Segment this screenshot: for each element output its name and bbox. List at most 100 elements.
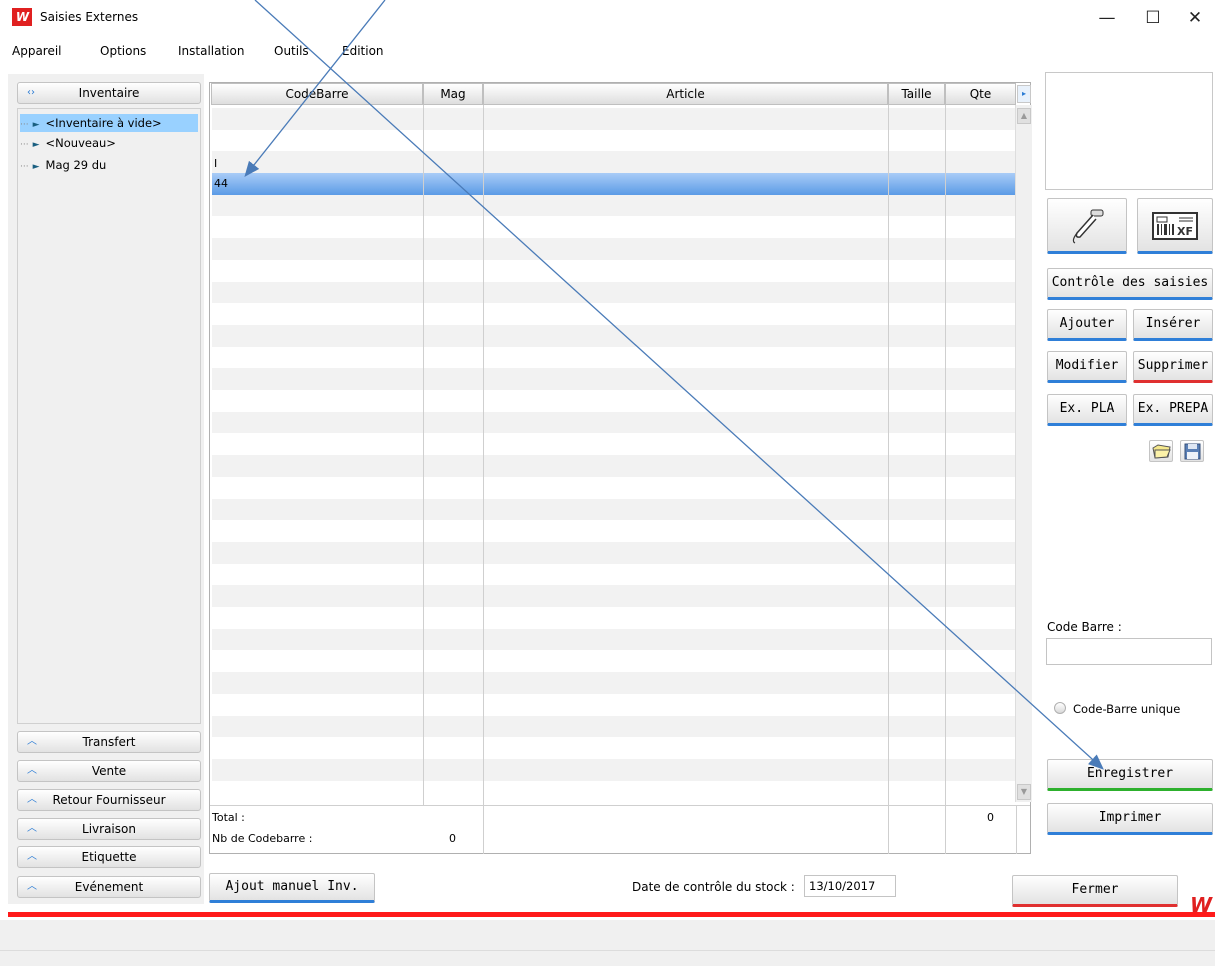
close-button[interactable]: ✕ <box>1172 0 1215 36</box>
title-bar <box>0 0 1215 38</box>
tree-item-mag-29[interactable]: ··· ► Mag 29 du <box>20 156 198 174</box>
minimize-button[interactable]: — <box>1084 0 1130 36</box>
scroll-up-icon[interactable]: ▲ <box>1017 108 1031 124</box>
column-header-mag[interactable]: Mag <box>423 83 483 105</box>
section-vente[interactable]: ︿ Vente <box>17 760 201 782</box>
supprimer-button[interactable]: Supprimer <box>1133 351 1213 383</box>
code-barre-unique-radio[interactable] <box>1054 702 1066 714</box>
table-row[interactable] <box>212 108 1015 130</box>
save-file-button[interactable] <box>1180 440 1204 462</box>
terminal-button[interactable]: XF <box>1137 198 1213 254</box>
table-row[interactable] <box>212 129 1015 152</box>
table-row[interactable] <box>212 259 1015 282</box>
section-inventaire[interactable]: ‹› Inventaire <box>17 82 201 104</box>
code-barre-input[interactable] <box>1046 638 1212 665</box>
open-folder-button[interactable] <box>1149 440 1173 462</box>
play-icon: ► <box>32 162 40 172</box>
column-header-qte[interactable]: Qte <box>945 83 1016 105</box>
chevron-up-icon: ︿ <box>27 736 37 747</box>
table-row[interactable] <box>212 780 1015 803</box>
column-header-taille[interactable]: Taille <box>888 83 945 105</box>
ex-prepa-button[interactable]: Ex. PREPA <box>1133 394 1213 426</box>
table-row[interactable] <box>212 346 1015 369</box>
table-row[interactable] <box>212 628 1015 651</box>
table-row[interactable] <box>212 498 1015 521</box>
table-row[interactable] <box>212 216 1015 239</box>
table-row[interactable] <box>212 325 1015 347</box>
section-retour-fournisseur[interactable]: ︿ Retour Fournisseur <box>17 789 201 811</box>
tree-item-inventaire-vide[interactable]: ··· ► <Inventaire à vide> <box>20 114 198 132</box>
column-header-codebarre[interactable]: CodeBarre <box>211 83 423 105</box>
section-transfert[interactable]: ︿ Transfert <box>17 731 201 753</box>
table-row[interactable] <box>212 693 1015 716</box>
column-header-article[interactable]: Article <box>483 83 888 105</box>
table-row[interactable] <box>212 759 1015 781</box>
preview-box <box>1045 72 1213 190</box>
section-etiquette[interactable]: ︿ Etiquette <box>17 846 201 868</box>
table-row[interactable] <box>212 433 1015 456</box>
scroll-down-icon[interactable]: ▼ <box>1017 784 1031 800</box>
modifier-button[interactable]: Modifier <box>1047 351 1127 383</box>
table-row[interactable] <box>212 542 1015 564</box>
fermer-button[interactable]: Fermer <box>1012 875 1178 907</box>
enregistrer-button[interactable]: Enregistrer <box>1047 759 1213 791</box>
ajouter-button[interactable]: Ajouter <box>1047 309 1127 341</box>
table-row[interactable] <box>212 281 1015 304</box>
table-row[interactable] <box>212 238 1015 260</box>
section-label: Livraison <box>82 822 136 836</box>
column-divider <box>483 105 484 805</box>
menu-outils[interactable]: Outils <box>274 44 309 58</box>
play-icon: ► <box>32 120 40 130</box>
brand-bar <box>8 912 1215 917</box>
section-evenement[interactable]: ︿ Evénement <box>17 876 201 898</box>
grid-cell-codebarre[interactable]: I <box>214 157 217 170</box>
table-row[interactable] <box>212 520 1015 542</box>
controle-saisies-button[interactable]: Contrôle des saisies <box>1047 268 1213 300</box>
menu-options[interactable]: Options <box>100 44 146 58</box>
section-label: Evénement <box>74 880 144 894</box>
ajout-manuel-inv-button[interactable]: Ajout manuel Inv. <box>209 873 375 903</box>
menu-edition[interactable]: Edition <box>342 44 384 58</box>
table-row[interactable] <box>212 151 1015 174</box>
section-label: Vente <box>91 764 127 778</box>
table-row[interactable] <box>212 411 1015 434</box>
tree-item-label: <Inventaire à vide> <box>45 116 162 130</box>
table-row[interactable] <box>212 715 1015 738</box>
scanner-button[interactable] <box>1047 198 1127 254</box>
menu-appareil[interactable]: Appareil <box>12 44 62 58</box>
table-row[interactable] <box>212 194 1015 217</box>
table-row[interactable] <box>212 607 1015 629</box>
table-row[interactable] <box>212 476 1015 499</box>
tree-item-label: <Nouveau> <box>45 136 116 150</box>
table-row[interactable] <box>212 650 1015 673</box>
maximize-button[interactable]: ☐ <box>1130 0 1176 36</box>
inserer-button[interactable]: Insérer <box>1133 309 1213 341</box>
menu-installation[interactable]: Installation <box>178 44 244 58</box>
total-qte: 0 <box>987 811 994 824</box>
grid-cell-codebarre[interactable]: 44 <box>214 177 228 190</box>
play-icon: ► <box>32 140 40 150</box>
table-row[interactable] <box>212 303 1015 325</box>
imprimer-button[interactable]: Imprimer <box>1047 803 1213 835</box>
column-divider <box>945 105 946 805</box>
ex-pla-button[interactable]: Ex. PLA <box>1047 394 1127 426</box>
table-row[interactable] <box>212 390 1015 412</box>
table-row[interactable] <box>212 585 1015 608</box>
table-row[interactable] <box>212 455 1015 477</box>
status-bar <box>0 950 1215 966</box>
column-chooser-button[interactable]: ▸ <box>1017 85 1031 103</box>
tree-item-label: Mag 29 du <box>45 158 107 172</box>
table-row[interactable] <box>212 672 1015 694</box>
section-livraison[interactable]: ︿ Livraison <box>17 818 201 840</box>
date-controle-input[interactable]: 13/10/2017 <box>804 875 896 897</box>
column-divider <box>945 806 946 854</box>
table-row[interactable] <box>212 368 1015 391</box>
vertical-scrollbar[interactable] <box>1015 105 1032 802</box>
table-row[interactable] <box>212 563 1015 586</box>
column-divider <box>888 806 889 854</box>
tree-item-nouveau[interactable]: ··· ► <Nouveau> <box>20 134 198 152</box>
nb-codebarre-value: 0 <box>449 832 456 845</box>
footer-divider <box>210 805 1030 806</box>
table-row[interactable] <box>212 173 1015 195</box>
table-row[interactable] <box>212 737 1015 759</box>
